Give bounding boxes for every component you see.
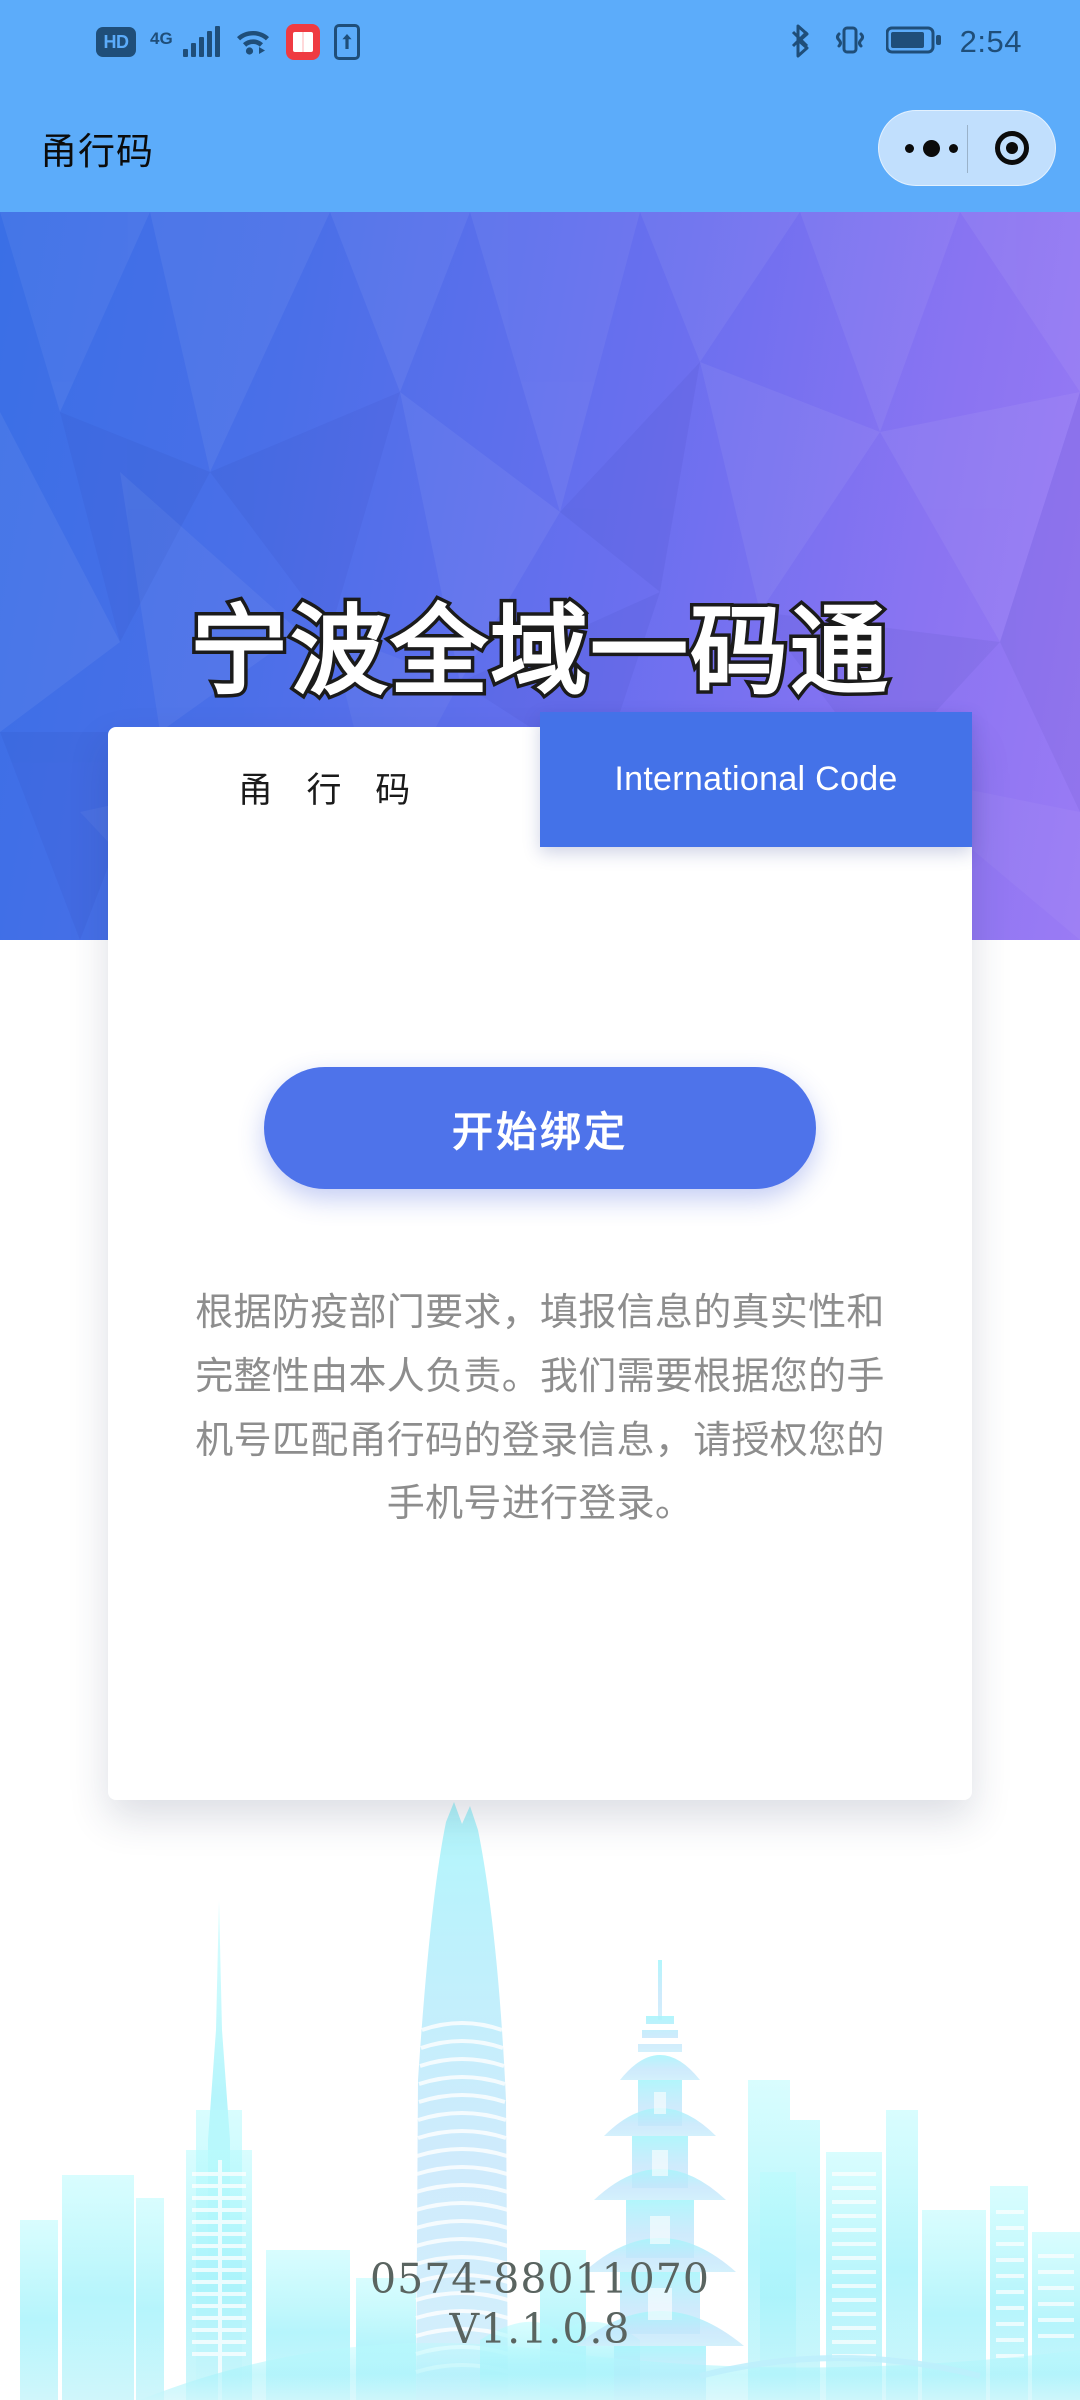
vibrate-mode-icon (832, 22, 868, 63)
privacy-notice-text: 根据防疫部门要求，填报信息的真实性和完整性由本人负责。我们需要根据您的手机号匹配… (195, 1292, 885, 1526)
status-bar-left-icons: HD 4G (96, 24, 360, 60)
battery-icon (885, 25, 942, 60)
tab-local-code[interactable]: 甬 行 码 (108, 727, 540, 847)
bluetooth-icon (790, 22, 814, 63)
network-type-label: 4G (150, 29, 173, 48)
start-binding-button[interactable]: 开始绑定 (264, 1067, 816, 1189)
footer: 0574-88011070 V1.1.0.8 (0, 2254, 1080, 2354)
app-version: V1.1.0.8 (449, 2304, 631, 2353)
wifi-icon (234, 25, 272, 60)
signal-bars-icon (182, 26, 220, 57)
status-bar-right-icons: 2:54 (790, 22, 1022, 63)
auth-card: 甬 行 码 International Code 开始绑定 根据防疫部门要求，填… (108, 712, 972, 1800)
hero-title: 宁波全域一码通 (186, 593, 891, 710)
card-tabs: 甬 行 码 International Code (108, 712, 972, 847)
screen-cast-icon (333, 24, 360, 60)
more-dots-icon[interactable] (905, 139, 958, 157)
nav-bar: 甬行码 (0, 84, 1080, 212)
support-phone[interactable]: 0574-88011070 (0, 2254, 1080, 2304)
hd-icon: HD (96, 27, 136, 57)
status-bar: HD 4G 2:54 (0, 0, 1080, 84)
app-screen: HD 4G 2:54 甬行码 宁波全域一码通 甬 行 码 Internation… (0, 0, 1080, 2400)
capsule-divider (967, 125, 968, 173)
target-circle-icon[interactable] (995, 131, 1029, 165)
miniprogram-capsule[interactable] (878, 110, 1056, 186)
tab-international-code[interactable]: International Code (540, 712, 972, 847)
status-bar-clock: 2:54 (959, 24, 1022, 59)
page-title: 甬行码 (40, 131, 154, 172)
book-app-icon (285, 24, 320, 60)
